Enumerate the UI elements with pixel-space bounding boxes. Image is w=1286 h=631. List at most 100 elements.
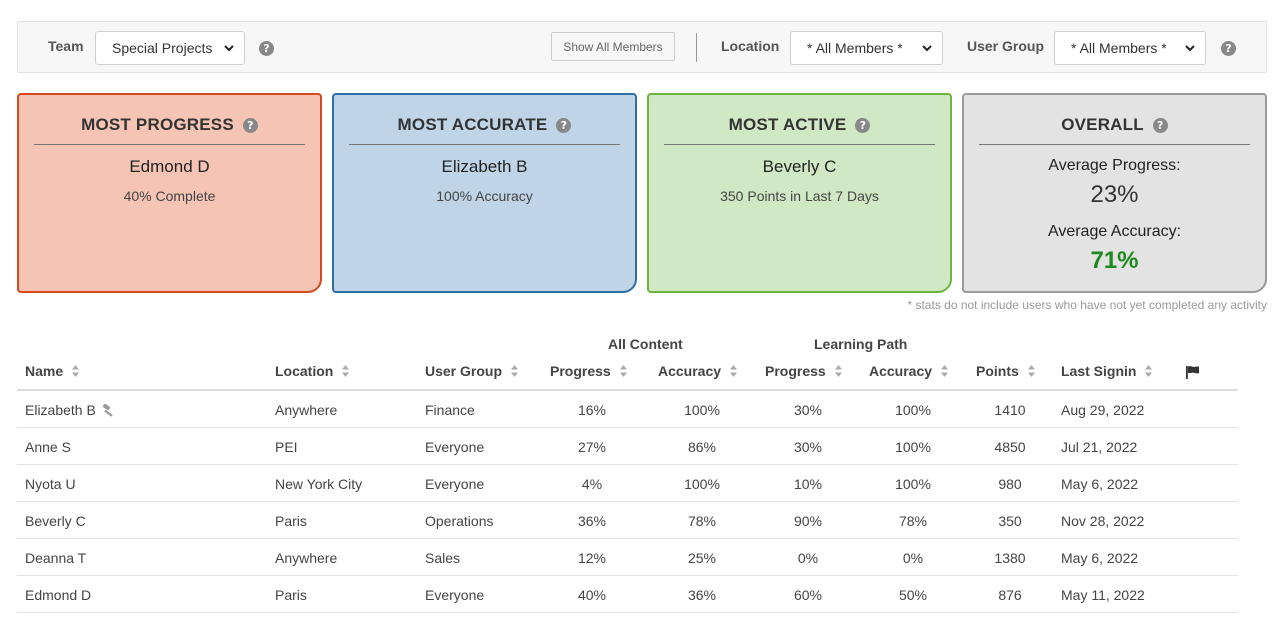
cell-text: 100% [895, 402, 931, 418]
column-header-label: Last Signin [1061, 363, 1137, 379]
sort-icon [619, 365, 627, 377]
cell-user-group: Everyone [425, 587, 484, 603]
table-row[interactable]: Edmond D Paris Everyone 40% 36% 60% 50% 876 May … [17, 576, 1238, 613]
show-all-members-button[interactable]: Show All Members [551, 32, 675, 61]
team-select[interactable]: Special Projects [95, 31, 245, 65]
cell-lp-progress: 30% [768, 402, 848, 418]
cell-text: 90% [793, 513, 823, 529]
cell-text: Finance [425, 402, 475, 418]
cell-text: 86% [687, 439, 717, 455]
column-header-location[interactable]: Location [275, 363, 350, 379]
card-title-text: MOST PROGRESS [81, 115, 234, 134]
table-row[interactable]: Deanna T Anywhere Sales 12% 25% 0% 0% 1380 May 6… [17, 539, 1238, 576]
column-header-content-progress[interactable]: Progress [550, 363, 628, 379]
most-accurate-card: MOST ACCURATE ? Elizabeth B 100% Accurac… [332, 93, 637, 293]
cell-text: PEI [275, 439, 298, 455]
column-header-label: Points [976, 363, 1019, 379]
team-help-icon[interactable]: ? [259, 41, 274, 56]
cell-text: 980 [998, 476, 1022, 492]
table-row[interactable]: Nyota U New York City Everyone 4% 100% 10% 100… [17, 465, 1238, 502]
sort-icon [730, 365, 738, 377]
chevron-down-icon [224, 45, 234, 52]
cell-text: Anywhere [275, 550, 338, 566]
cell-text: May 11, 2022 [1061, 587, 1145, 603]
cell-lp-accuracy: 0% [873, 550, 953, 566]
location-select[interactable]: * All Members * [790, 31, 943, 65]
average-progress-value: 23% [1090, 181, 1139, 208]
location-label: Location [721, 38, 780, 54]
cell-text: May 6, 2022 [1061, 476, 1139, 492]
question-circle-icon[interactable]: ? [556, 117, 572, 133]
question-circle-icon[interactable]: ? [242, 117, 258, 133]
cell-points: 350 [970, 513, 1050, 529]
cell-text: 1410 [994, 402, 1026, 418]
table-row[interactable]: Elizabeth B Anywhere Finance 16% 100% 30% 100%… [17, 391, 1238, 428]
column-header-path-accuracy[interactable]: Accuracy [869, 363, 949, 379]
cell-lp-progress: 60% [768, 587, 848, 603]
cell-text: Nyota U [25, 476, 76, 492]
cell-text: Anywhere [275, 402, 338, 418]
column-header-path-progress[interactable]: Progress [765, 363, 843, 379]
cell-user-group: Everyone [425, 439, 484, 455]
cell-text: Anne S [25, 439, 71, 455]
cell-ac-accuracy: 100% [662, 402, 742, 418]
table-row[interactable]: Beverly C Paris Operations 36% 78% 90% 78% 350 N… [17, 502, 1238, 539]
column-header-name[interactable]: Name [25, 363, 80, 379]
cell-text: 30% [793, 402, 823, 418]
column-header-content-accuracy[interactable]: Accuracy [658, 363, 738, 379]
divider [696, 33, 697, 62]
sort-icon [72, 365, 80, 377]
column-header-points[interactable]: Points [976, 363, 1036, 379]
column-header-label: Accuracy [869, 363, 933, 379]
sort-icon [834, 365, 842, 377]
cell-text: Aug 29, 2022 [1061, 402, 1145, 418]
cell-ac-accuracy: 86% [662, 439, 742, 455]
question-circle-icon[interactable]: ? [855, 117, 871, 133]
table-row[interactable]: Anne S PEI Everyone 27% 86% 30% 100% 4850 Jul 21… [17, 428, 1238, 465]
team-label: Team [48, 38, 84, 54]
cell-text: 12% [577, 550, 607, 566]
chevron-down-icon [1185, 45, 1195, 52]
cell-ac-progress: 12% [552, 550, 632, 566]
question-circle-icon[interactable]: ? [1152, 117, 1168, 133]
cell-text: Edmond D [25, 587, 92, 603]
column-header-label: Name [25, 363, 64, 379]
cell-points: 980 [970, 476, 1050, 492]
gavel-icon [102, 404, 113, 417]
cell-text: 78% [898, 513, 928, 529]
cell-ac-progress: 4% [552, 476, 632, 492]
cell-text: 350 [998, 513, 1022, 529]
cell-text: Elizabeth B [25, 402, 96, 418]
column-header-flag[interactable] [1185, 365, 1200, 379]
cell-text: 1380 [994, 550, 1026, 566]
user-group-help-icon[interactable]: ? [1221, 41, 1236, 56]
cell-text: May 6, 2022 [1061, 550, 1139, 566]
cell-user-group: Everyone [425, 476, 484, 492]
user-group-select[interactable]: * All Members * [1054, 31, 1206, 65]
cell-text: Operations [425, 513, 494, 529]
cell-text: 100% [684, 402, 720, 418]
flag-icon [1186, 366, 1199, 379]
cell-points: 1380 [970, 550, 1050, 566]
card-name: Beverly C [762, 157, 837, 176]
cell-user-group: Sales [425, 550, 460, 566]
table-header: Name Location User Group Progress Accura… [17, 357, 1238, 391]
cell-lp-progress: 30% [768, 439, 848, 455]
cell-text: Everyone [425, 476, 485, 492]
cell-points: 4850 [970, 439, 1050, 455]
card-title: OVERALL ? [979, 115, 1250, 145]
cell-lp-accuracy: 100% [873, 439, 953, 455]
cell-text: Paris [275, 513, 307, 529]
cell-text: Everyone [425, 439, 485, 455]
column-header-label: Location [275, 363, 334, 379]
cell-last-signin: May 11, 2022 [1061, 587, 1145, 603]
all-content-group-header: All Content [608, 336, 683, 352]
card-subtext: 350 Points in Last 7 Days [720, 188, 879, 204]
card-title: MOST ACTIVE ? [664, 115, 935, 145]
card-title-text: MOST ACCURATE [397, 115, 548, 134]
column-header-last-signin[interactable]: Last Signin [1061, 363, 1153, 379]
cell-lp-accuracy: 100% [873, 402, 953, 418]
column-header-user-group[interactable]: User Group [425, 363, 519, 379]
cell-location: New York City [275, 476, 362, 492]
cell-text: 100% [895, 476, 931, 492]
